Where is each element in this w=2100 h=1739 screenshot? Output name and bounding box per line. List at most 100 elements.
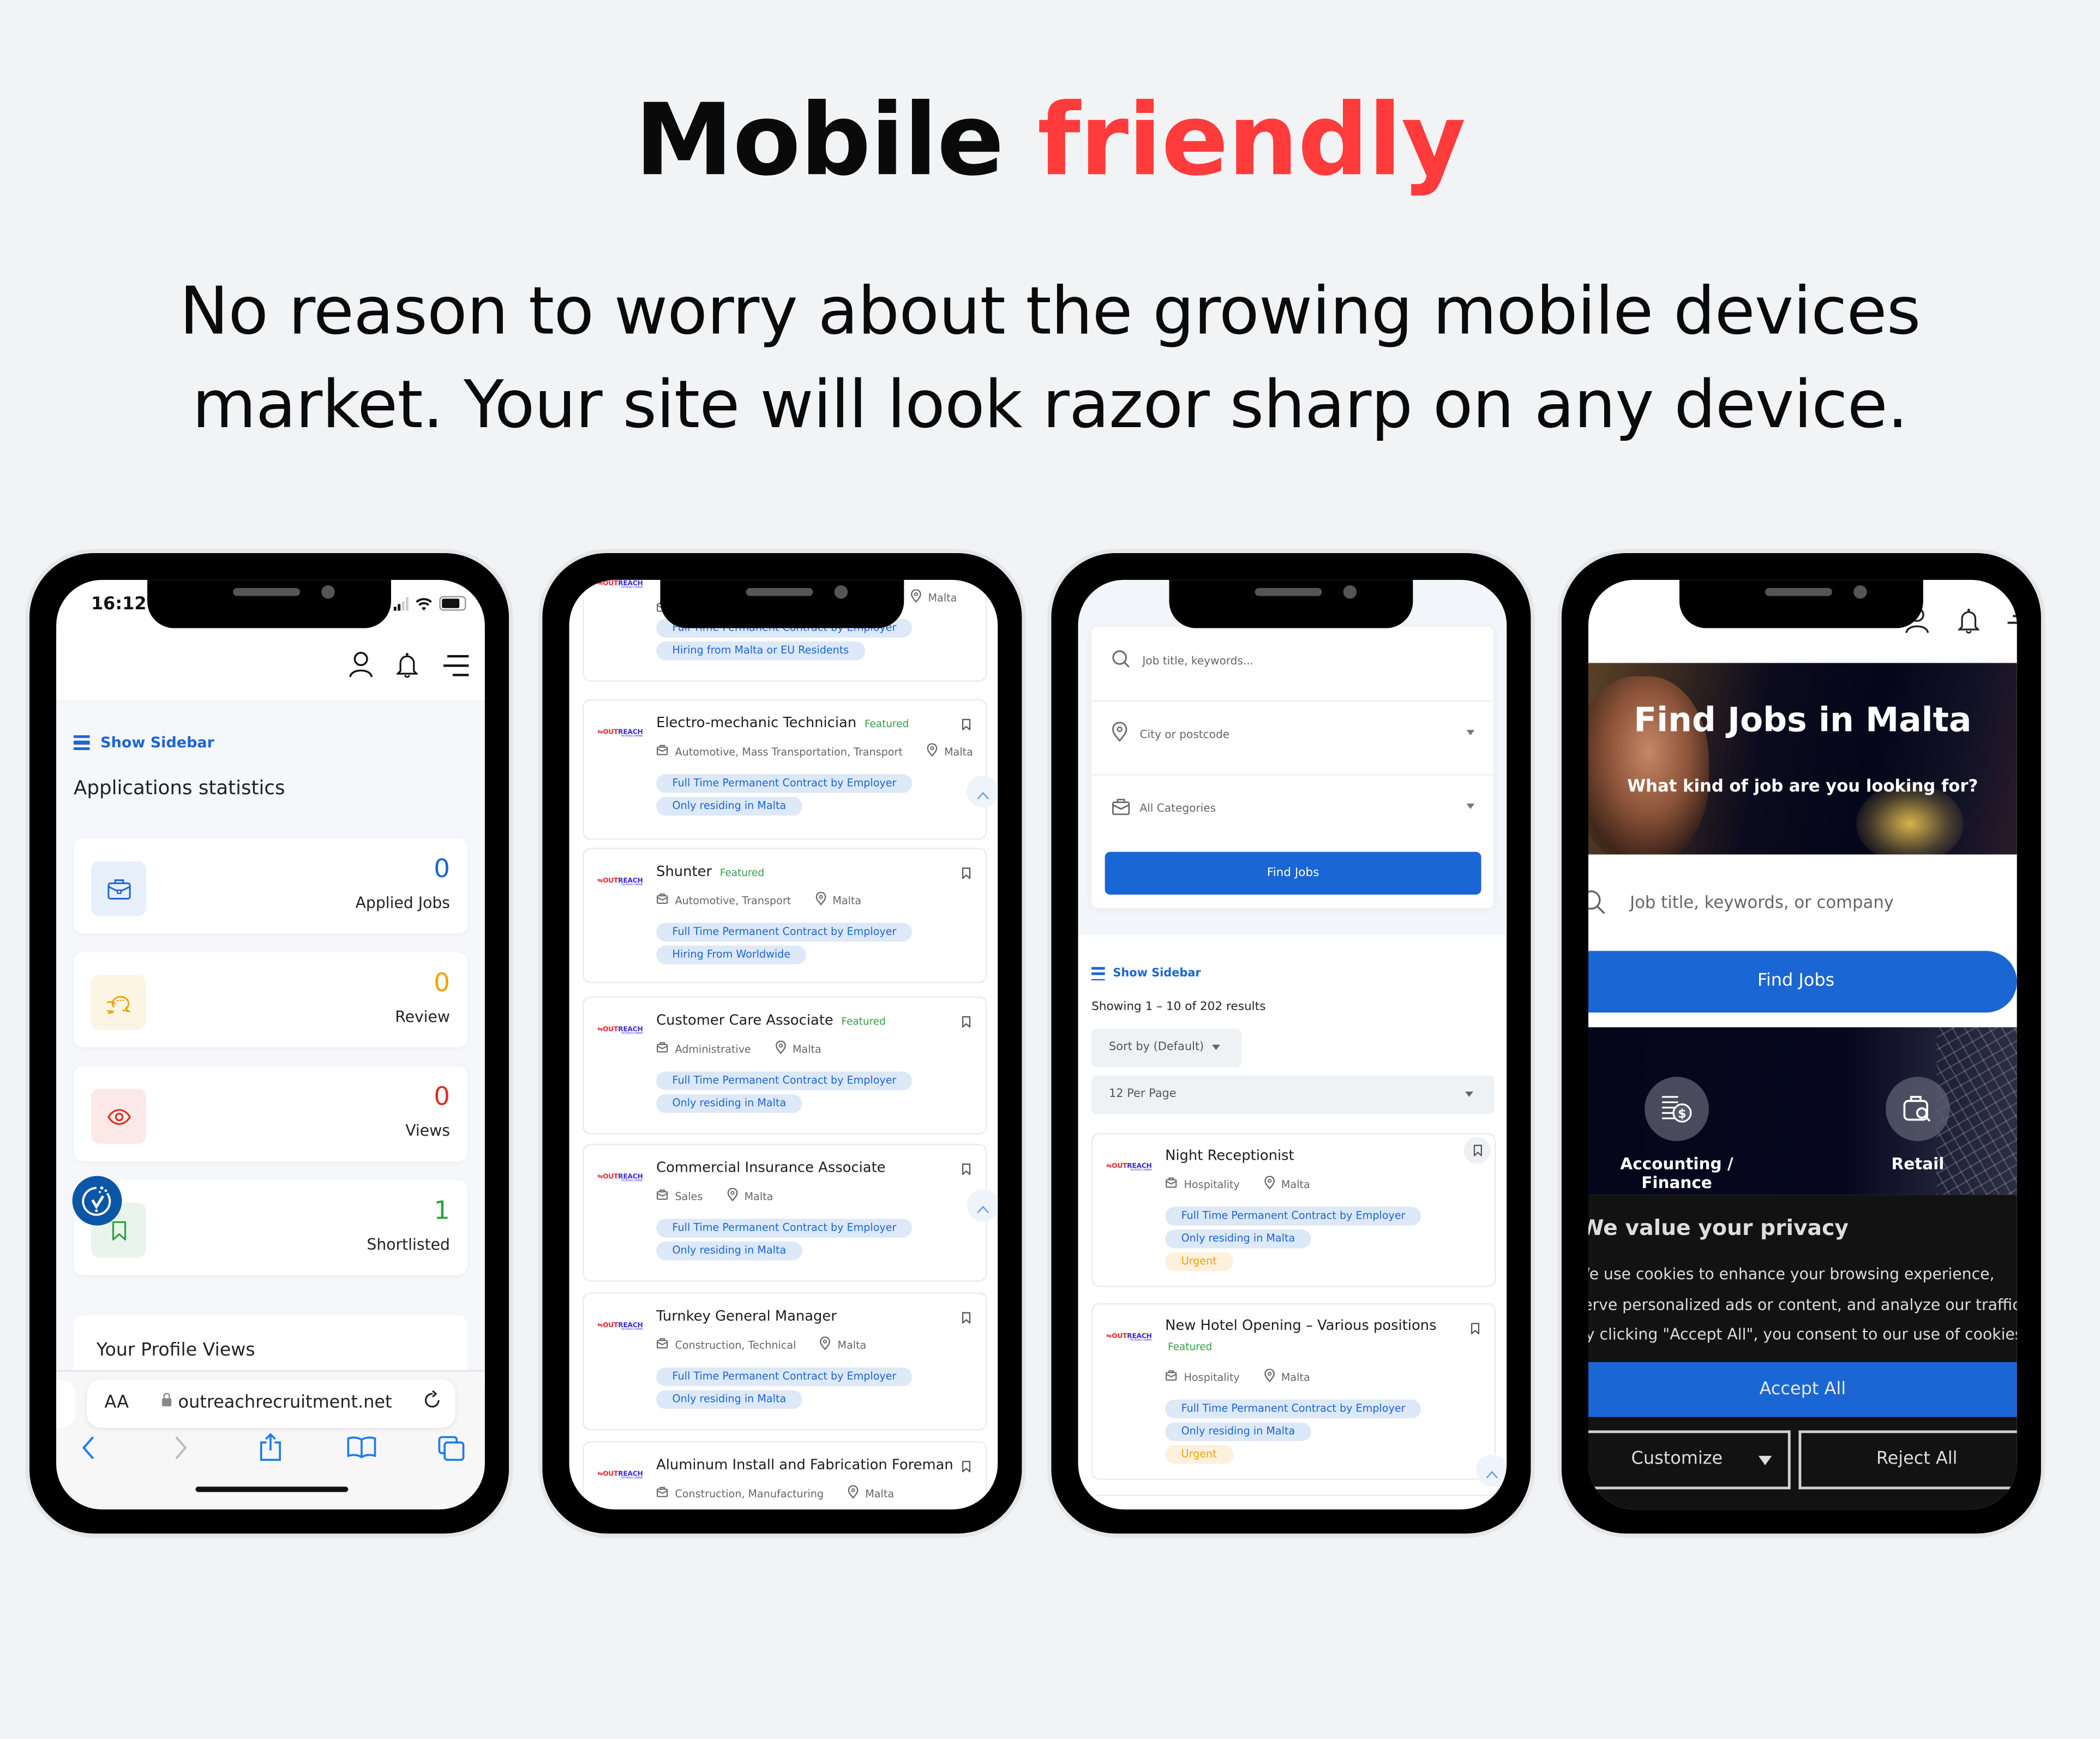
results-count: Showing 1 – 10 of 202 results [1091,1000,1266,1014]
phone-job-list: ⇋OUTREACHTHE PEOPLE COMPANY Malta Full Tim… [542,553,1022,1534]
job-tag[interactable]: Full Time Permanent Contract by Employer [656,1367,913,1387]
svg-text:$: $ [1678,1107,1686,1121]
job-tag[interactable]: Full Time Permanent Contract by Employer [656,774,913,793]
menu-icon[interactable] [443,655,470,676]
job-tag[interactable]: Only residing in Malta [656,1242,802,1261]
phone-screen: Find Jobs in Malta What kind of job are … [1588,580,2017,1510]
hero-search-field[interactable]: Job title, keywords, or company [1588,854,2017,949]
find-jobs-button[interactable]: Find Jobs [1588,951,2017,1013]
job-meta: Sales Malta [656,1188,773,1204]
share-icon[interactable] [259,1433,283,1466]
briefcase-icon [656,1189,668,1203]
stat-card-applied-jobs[interactable]: 0 Applied Jobs [74,838,467,934]
job-tag[interactable]: Only residing in Malta [1165,1229,1311,1249]
bookmark-icon[interactable] [1471,1315,1480,1341]
scroll-to-top-button[interactable] [967,775,998,808]
bookmark-icon[interactable] [962,711,971,737]
forward-icon[interactable] [174,1436,188,1465]
job-card[interactable]: ⇋OUTREACH THE PEOPLE COMPANY New Hotel Ope… [1091,1303,1507,1487]
company-logo: ⇋OUTREACH THE PEOPLE COMPANY [597,580,643,590]
menu-icon[interactable] [2007,615,2017,628]
category-select[interactable]: All Categories [1091,774,1493,848]
category-retail[interactable]: Retail [1877,1077,1958,1173]
location-select[interactable]: City or postcode [1091,700,1493,776]
job-title[interactable]: Turnkey General Manager [656,1309,837,1324]
previous-tab-preview[interactable] [56,1379,75,1428]
bell-icon[interactable] [396,652,418,678]
job-title-text: Aluminum Install and Fabrication Foreman [656,1457,953,1473]
job-tag[interactable]: Only residing in Malta [1165,1422,1311,1441]
briefcase-icon [656,1338,668,1352]
category-accounting-finance[interactable]: $ Accounting / Finance [1588,1077,1768,1192]
subheadline-line2: market. Your site will look razor sharp … [192,367,1908,443]
job-card[interactable]: ⇋OUTREACH THE PEOPLE COMPANY Aluminum Inst… [583,1441,987,1510]
job-title[interactable]: Shunter Featured [656,864,764,880]
job-card[interactable] [1091,1495,1496,1510]
user-icon[interactable] [348,651,374,677]
job-tag[interactable]: Hiring from Malta or EU Residents [656,641,865,661]
scroll-to-top-button[interactable] [1475,1454,1507,1487]
job-title[interactable]: New Hotel Opening – Various positions [1165,1318,1436,1334]
stat-value: 1 [434,1196,450,1226]
show-sidebar-label: Show Sidebar [100,734,215,752]
job-category: Hospitality [1184,1178,1240,1190]
per-page-select[interactable]: 12 Per Page [1091,1075,1495,1114]
customize-button[interactable]: Customize [1588,1430,1791,1490]
job-title[interactable]: Customer Care Associate Featured [656,1012,886,1028]
job-card[interactable]: ⇋OUTREACH THE PEOPLE COMPANY Electro-mecha… [583,699,998,840]
job-category: Construction, Technical [675,1339,796,1351]
stat-card-review[interactable]: 0 Review [74,952,467,1048]
cookie-settings-icon[interactable] [72,1176,122,1226]
bookmark-icon[interactable] [1463,1137,1491,1164]
job-tag[interactable]: Only residing in Malta [656,1094,802,1113]
bookmark-icon[interactable] [962,1304,971,1330]
bell-icon[interactable] [1958,608,1979,634]
scroll-to-top-button[interactable] [967,1189,998,1222]
job-title[interactable]: Electro-mechanic Technician Featured [656,715,909,731]
job-category: Automotive, Transport [675,894,791,907]
job-title[interactable]: Commercial Insurance Associate [656,1160,885,1176]
reject-all-button[interactable]: Reject All [1798,1430,2017,1490]
stat-label: Review [395,1007,450,1026]
map-pin-icon [775,1040,786,1057]
job-card[interactable]: ⇋OUTREACH THE PEOPLE COMPANY Commercial In… [583,1143,998,1282]
bookmark-icon[interactable] [962,860,971,885]
find-jobs-button[interactable]: Find Jobs [1105,851,1481,895]
show-sidebar-button[interactable]: Show Sidebar [74,734,215,752]
job-title[interactable]: Aluminum Install and Fabrication Foreman [656,1457,953,1473]
job-tag[interactable]: Full Time Permanent Contract by Employer [656,1219,913,1238]
urgent-badge: Urgent [1165,1445,1233,1464]
tabs-icon[interactable] [438,1436,465,1466]
job-card[interactable]: ⇋OUTREACH THE PEOPLE COMPANY Shunter Featur… [583,848,987,984]
sort-select[interactable]: Sort by (Default) [1091,1028,1242,1068]
stat-card-shortlisted[interactable]: 1 Shortlisted [74,1180,467,1275]
job-tag[interactable]: Full Time Permanent Contract by Employer [656,1071,913,1090]
reload-icon[interactable] [423,1390,442,1416]
job-card[interactable]: ⇋OUTREACH THE PEOPLE COMPANY Night Recepti… [1091,1133,1496,1287]
bookmark-icon[interactable] [962,1009,971,1034]
stat-value: 0 [434,854,450,884]
bookmarks-icon[interactable] [347,1436,376,1464]
keywords-field[interactable]: Job title, keywords... [1091,627,1493,702]
show-sidebar-button[interactable]: Show Sidebar [1091,967,1201,981]
bookmark-icon[interactable] [962,1156,971,1182]
accept-all-button[interactable]: Accept All [1588,1362,2017,1417]
job-title[interactable]: Night Receptionist [1165,1148,1294,1164]
address-bar[interactable]: AA outreachrecruitment.net [87,1379,455,1428]
stat-card-views[interactable]: 0 Views [74,1066,467,1161]
job-location: Malta [792,1042,821,1055]
chevron-up-icon [976,1192,990,1218]
job-tag[interactable]: Full Time Permanent Contract by Employer [1165,1399,1421,1419]
back-icon[interactable] [82,1436,95,1465]
job-card[interactable]: ⇋OUTREACH THE PEOPLE COMPANY Turnkey Gener… [583,1292,987,1431]
job-tag[interactable]: Hiring From Worldwide [656,945,807,964]
job-tag[interactable]: Full Time Permanent Contract by Employer [1165,1207,1421,1226]
job-tag[interactable]: Only residing in Malta [656,796,802,816]
job-title-text: New Hotel Opening – Various positions [1165,1318,1437,1334]
chevron-up-icon [1485,1458,1499,1484]
job-tag[interactable]: Only residing in Malta [656,1390,802,1409]
bookmark-icon[interactable] [962,1453,971,1479]
reader-aa-button[interactable]: AA [105,1393,129,1413]
job-tag[interactable]: Full Time Permanent Contract by Employer [656,922,913,942]
job-card[interactable]: ⇋OUTREACH THE PEOPLE COMPANY Customer Care… [583,996,987,1135]
